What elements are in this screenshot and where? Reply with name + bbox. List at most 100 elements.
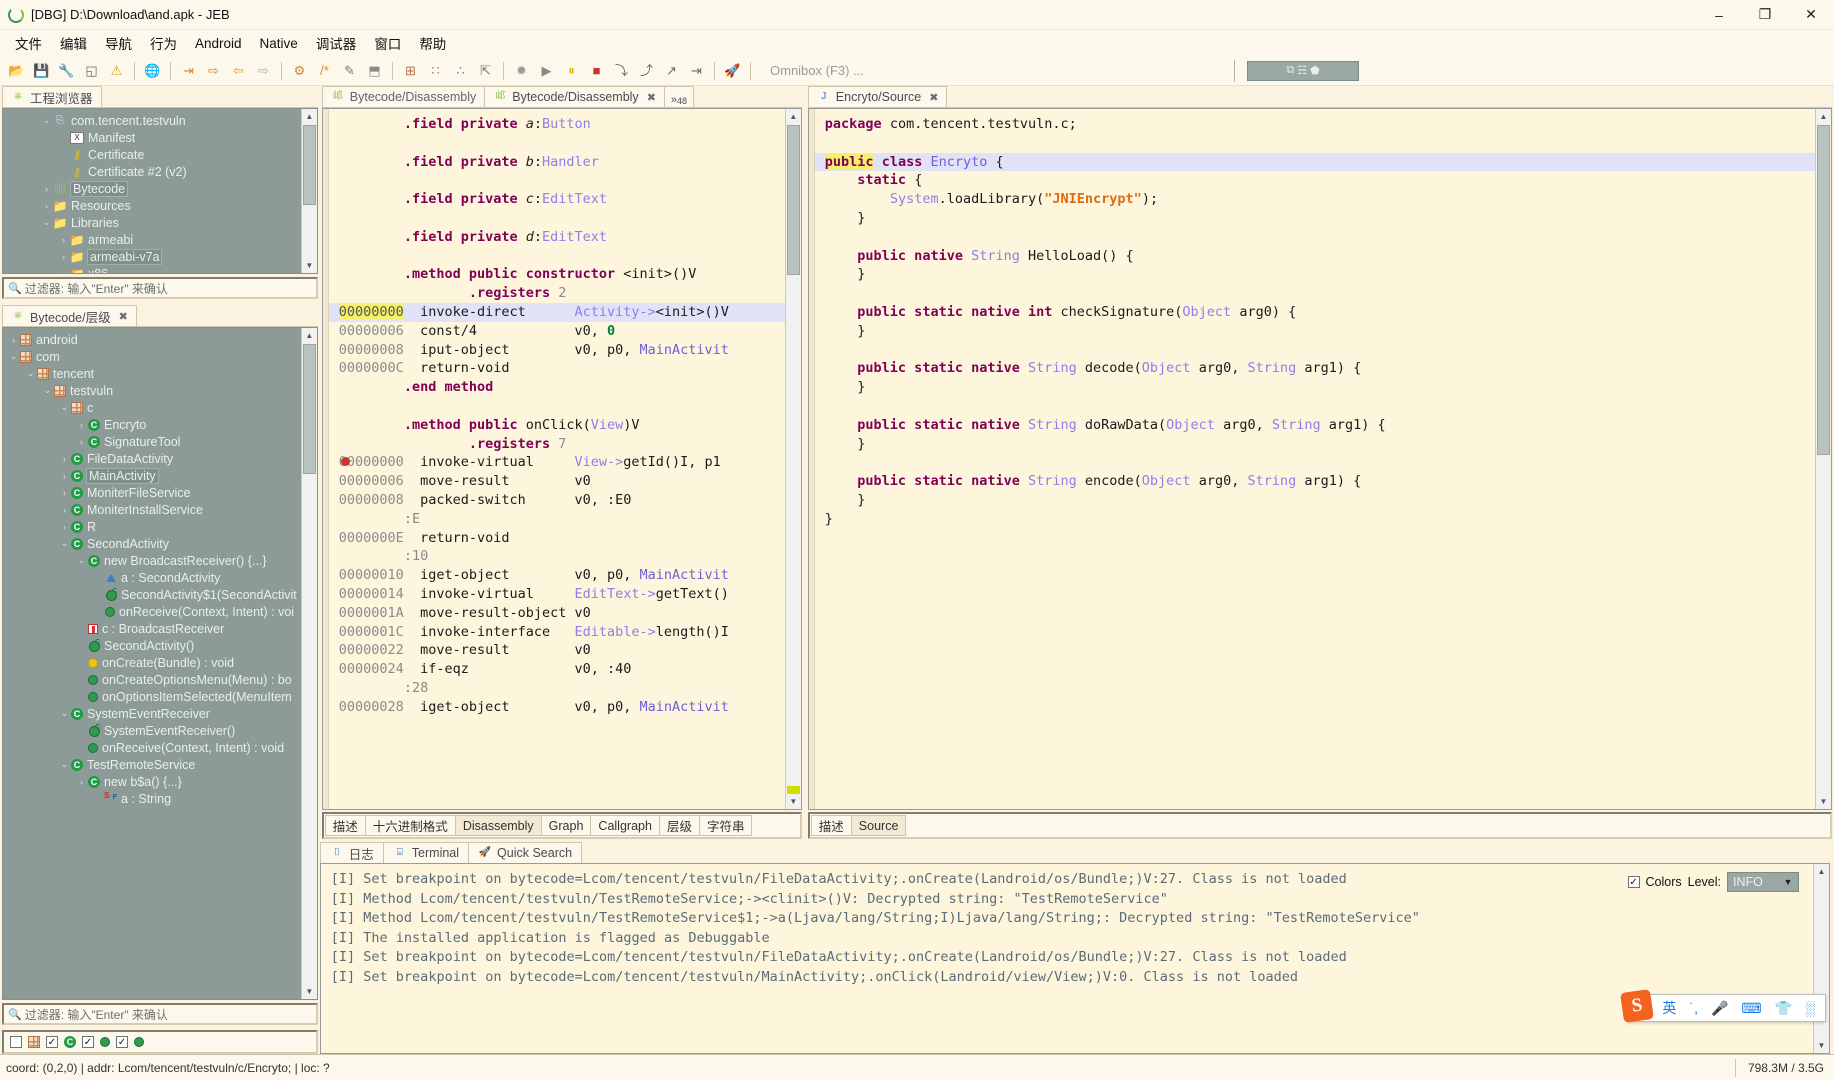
code-line[interactable]: System.loadLibrary("JNIEncrypt"); bbox=[815, 190, 1815, 209]
ime-item-5[interactable]: 👕 bbox=[1775, 1000, 1792, 1017]
source-scrollbar[interactable]: ▲ ▼ bbox=[1815, 109, 1831, 809]
close-button[interactable]: ✕ bbox=[1788, 0, 1834, 30]
chevron-down-icon[interactable]: ▼ bbox=[1781, 875, 1795, 889]
scroll-down-icon[interactable]: ▼ bbox=[301, 258, 317, 273]
scrollbar-thumb[interactable] bbox=[302, 125, 316, 205]
chevron-down-icon[interactable]: ⌄ bbox=[58, 708, 71, 719]
filter-class-checkbox[interactable]: ✓ bbox=[46, 1036, 58, 1048]
back-icon[interactable]: ⇦ bbox=[227, 59, 250, 83]
chevron-down-icon[interactable]: ⌄ bbox=[24, 368, 37, 379]
menu-2[interactable]: 编辑 bbox=[51, 30, 96, 56]
packages-icon[interactable]: ∷ bbox=[424, 59, 447, 83]
code-line[interactable]: :28 bbox=[329, 679, 785, 698]
chevron-right-icon[interactable]: › bbox=[75, 420, 88, 430]
forward-icon[interactable]: ⇨ bbox=[252, 59, 275, 83]
tree-item[interactable]: ⌄ C TestRemoteService bbox=[3, 756, 301, 773]
code-line[interactable]: .end method bbox=[329, 378, 785, 397]
code-line[interactable] bbox=[815, 453, 1815, 472]
log-tab-1[interactable]: ⌷ 日志 bbox=[319, 842, 384, 863]
sogou-logo-icon[interactable]: S bbox=[1620, 989, 1655, 1023]
chevron-right-icon[interactable]: › bbox=[7, 335, 20, 345]
maximize-button[interactable]: ❐ bbox=[1742, 0, 1788, 30]
code-line[interactable]: 0000000C return-void bbox=[329, 359, 785, 378]
code-line[interactable]: public native String HelloLoad() { bbox=[815, 247, 1815, 266]
scroll-down-icon[interactable]: ▼ bbox=[301, 984, 317, 999]
code-line[interactable]: 00000028 iget-object v0, p0, MainActivit bbox=[329, 698, 785, 717]
tree-item[interactable]: › C MoniterFileService bbox=[3, 484, 301, 501]
source-code[interactable]: package com.tencent.testvuln.c; public cl… bbox=[814, 109, 1815, 809]
step-out-icon[interactable]: ↗ bbox=[660, 59, 683, 83]
hierarchy-tree-scrollbar[interactable]: ▲ ▼ bbox=[300, 328, 317, 999]
ime-item-2[interactable]: ˙, bbox=[1689, 1000, 1698, 1016]
code-line[interactable]: } bbox=[815, 209, 1815, 228]
scroll-up-icon[interactable]: ▲ bbox=[785, 109, 801, 124]
comment-icon[interactable]: /* bbox=[313, 59, 336, 83]
tree-item[interactable]: SecondActivity$1(SecondActivit bbox=[3, 586, 301, 603]
tree-item[interactable]: ⌄ testvuln bbox=[3, 382, 301, 399]
log-level-select[interactable]: INFO ▼ bbox=[1727, 872, 1799, 892]
code-line[interactable]: .registers 7 bbox=[329, 435, 785, 454]
scroll-down-icon[interactable]: ▼ bbox=[1816, 794, 1831, 809]
chevron-down-icon[interactable]: ⌄ bbox=[58, 402, 71, 413]
subtab-Source[interactable]: Source bbox=[850, 815, 907, 836]
code-line[interactable]: 00000024 if-eqz v0, :40 bbox=[329, 660, 785, 679]
graph-icon[interactable]: ∴ bbox=[449, 59, 472, 83]
log-scrollbar[interactable]: ▲ ▼ bbox=[1813, 864, 1829, 1053]
code-line[interactable] bbox=[815, 284, 1815, 303]
pause-icon[interactable]: ⏸ bbox=[560, 59, 583, 83]
code-line[interactable]: 00000010 iget-object v0, p0, MainActivit bbox=[329, 566, 785, 585]
tree-item[interactable]: ⌄ Cnew BroadcastReceiver() {...} bbox=[3, 552, 301, 569]
filter-method-checkbox[interactable]: ✓ bbox=[82, 1036, 94, 1048]
tree-item[interactable]: ⌄ com bbox=[3, 348, 301, 365]
disassembly-code[interactable]: .field private a:Button .field private b… bbox=[328, 109, 785, 809]
stop-icon[interactable]: ■ bbox=[585, 59, 608, 83]
code-line[interactable]: 00000022 move-result v0 bbox=[329, 641, 785, 660]
filter-field-checkbox[interactable]: ✓ bbox=[116, 1036, 128, 1048]
code-line[interactable]: 0000001C invoke-interface Editable->leng… bbox=[329, 623, 785, 642]
subtab-描述[interactable]: 描述 bbox=[810, 815, 852, 836]
code-line[interactable]: .field private b:Handler bbox=[329, 153, 785, 172]
code-line[interactable]: public static native int checkSignature(… bbox=[815, 303, 1815, 322]
hierarchy-filter-input[interactable]: 🔍 过滤器: 输入"Enter" 来确认 bbox=[2, 1003, 318, 1025]
ime-item-1[interactable]: 英 bbox=[1662, 998, 1676, 1018]
subtab-十六进制格式[interactable]: 十六进制格式 bbox=[364, 815, 456, 836]
scrollbar-thumb[interactable] bbox=[302, 344, 316, 474]
menu-7[interactable]: 调试器 bbox=[307, 30, 366, 56]
scroll-up-icon[interactable]: ▲ bbox=[1816, 109, 1831, 124]
code-line[interactable]: } bbox=[815, 322, 1815, 341]
open-icon[interactable]: 📂 bbox=[5, 59, 28, 83]
code-line[interactable]: public static native String encode(Objec… bbox=[815, 472, 1815, 491]
tree-item[interactable]: onReceive(Context, Intent) : void bbox=[3, 739, 301, 756]
code-line[interactable]: .registers 2 bbox=[329, 284, 785, 303]
chevron-down-icon[interactable]: ⌄ bbox=[7, 351, 20, 362]
code-line[interactable]: 0000000E return-void bbox=[329, 529, 785, 548]
code-line[interactable] bbox=[815, 228, 1815, 247]
tree-item[interactable]: ›📁x86 bbox=[3, 265, 301, 274]
tree-item[interactable]: › C Encryto bbox=[3, 416, 301, 433]
debug-icon[interactable]: ✹ bbox=[510, 59, 533, 83]
subtab-层级[interactable]: 层级 bbox=[658, 815, 700, 836]
subtab-字符串[interactable]: 字符串 bbox=[698, 815, 753, 836]
chevron-down-icon[interactable]: ⌄ bbox=[40, 115, 53, 126]
warning-icon[interactable]: ⚠ bbox=[105, 59, 128, 83]
close-icon[interactable]: ✖ bbox=[647, 91, 656, 104]
badge-icon-1[interactable]: ⧉ bbox=[1286, 64, 1294, 77]
code-line[interactable]: 00000008 iput-object v0, p0, MainActivit bbox=[329, 341, 785, 360]
chevron-down-icon[interactable]: ⌄ bbox=[58, 759, 71, 770]
log-tab-2[interactable]: ⌸ Terminal bbox=[382, 842, 470, 863]
hierarchy-icon[interactable]: ⇱ bbox=[474, 59, 497, 83]
code-line[interactable]: } bbox=[815, 510, 1815, 529]
tree-item[interactable]: › android bbox=[3, 331, 301, 348]
code-line[interactable]: public static native String decode(Objec… bbox=[815, 359, 1815, 378]
ime-item-3[interactable]: 🎤 bbox=[1711, 1000, 1728, 1017]
code-line[interactable]: .field private c:EditText bbox=[329, 190, 785, 209]
scroll-up-icon[interactable]: ▲ bbox=[301, 109, 317, 124]
disassembly-scrollbar[interactable]: ▲ ▼ bbox=[784, 109, 801, 809]
tree-item[interactable]: SecondActivity() bbox=[3, 637, 301, 654]
code-line[interactable] bbox=[329, 247, 785, 266]
minimize-button[interactable]: – bbox=[1696, 0, 1742, 30]
filter-package-checkbox[interactable] bbox=[10, 1036, 22, 1048]
badge-icon-2[interactable]: ☵ bbox=[1297, 64, 1307, 77]
chevron-right-icon[interactable]: › bbox=[58, 505, 71, 515]
tree-item[interactable]: ⚷ Certificate bbox=[3, 146, 301, 163]
